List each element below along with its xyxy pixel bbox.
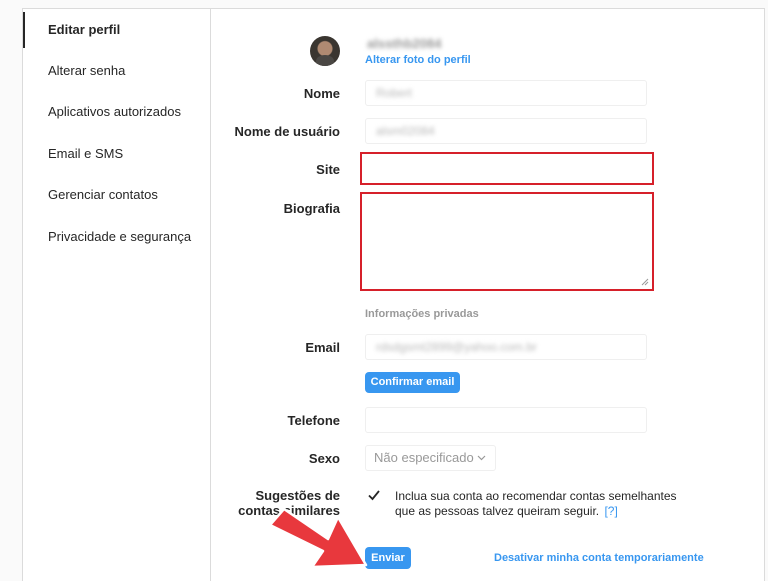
phone-field[interactable]: [365, 407, 647, 433]
sidebar-item-label: Email e SMS: [48, 146, 124, 161]
sidebar-item-label: Editar perfil: [48, 22, 121, 37]
sidebar-item-editar-perfil[interactable]: Editar perfil: [23, 12, 211, 48]
gender-select-value: Não especificado: [374, 450, 474, 465]
resize-grip-icon[interactable]: [641, 278, 649, 286]
phone-label: Telefone: [287, 413, 341, 428]
site-input[interactable]: [362, 154, 652, 183]
suggestions-help-link[interactable]: [?]: [604, 504, 617, 518]
submit-button[interactable]: Enviar: [365, 547, 411, 569]
sidebar-item-email-sms[interactable]: Email e SMS: [23, 136, 211, 172]
avatar[interactable]: [310, 36, 340, 66]
bio-textarea[interactable]: [362, 194, 652, 289]
settings-sidebar: Editar perfil Alterar senha Aplicativos …: [23, 9, 211, 581]
sidebar-item-alterar-senha[interactable]: Alterar senha: [23, 53, 211, 89]
sidebar-item-label: Alterar senha: [48, 63, 126, 78]
bio-label: Biografia: [283, 201, 340, 216]
sidebar-item-label: Gerenciar contatos: [48, 187, 158, 202]
site-highlight-box: [360, 152, 654, 185]
username-field[interactable]: alsm02084: [365, 118, 647, 144]
confirm-email-button[interactable]: Confirmar email: [365, 372, 460, 393]
private-info-heading: Informações privadas: [365, 308, 479, 320]
arrow-icon: [268, 507, 368, 569]
suggestions-text: Inclua sua conta ao recomendar contas se…: [395, 489, 715, 519]
email-label: Email: [305, 340, 340, 355]
site-label: Site: [316, 162, 340, 177]
suggestions-text-line2: que as pessoas talvez queiram seguir.: [395, 504, 600, 518]
deactivate-account-link[interactable]: Desativar minha conta temporariamente: [494, 552, 704, 564]
email-field-value: rdsdgsmt2899@yahoo.com.br: [376, 340, 537, 354]
change-photo-link[interactable]: Alterar foto do perfil: [365, 54, 471, 66]
username-field-value: alsm02084: [376, 124, 435, 138]
name-field[interactable]: Robert: [365, 80, 647, 106]
email-field[interactable]: rdsdgsmt2899@yahoo.com.br: [365, 334, 647, 360]
sidebar-item-label: Aplicativos autorizados: [48, 104, 181, 119]
settings-card: Editar perfil Alterar senha Aplicativos …: [22, 8, 765, 581]
gender-select[interactable]: Não especificado: [365, 445, 496, 471]
sidebar-item-aplicativos-autorizados[interactable]: Aplicativos autorizados: [23, 94, 211, 130]
chevron-down-icon: [477, 455, 486, 461]
sidebar-item-label: Privacidade e segurança: [48, 229, 192, 244]
sidebar-item-privacidade-seguranca[interactable]: Privacidade e segurança: [23, 219, 211, 255]
name-label: Nome: [303, 86, 340, 101]
gender-label: Sexo: [308, 451, 340, 466]
profile-username: alssthb2084: [367, 36, 442, 51]
bio-highlight-box: [360, 192, 654, 291]
name-field-value: Robert: [376, 86, 413, 100]
suggestions-text-line1: Inclua sua conta ao recomendar contas se…: [395, 489, 677, 503]
sidebar-item-gerenciar-contatos[interactable]: Gerenciar contatos: [23, 177, 211, 213]
username-label: Nome de usuário: [234, 124, 340, 139]
